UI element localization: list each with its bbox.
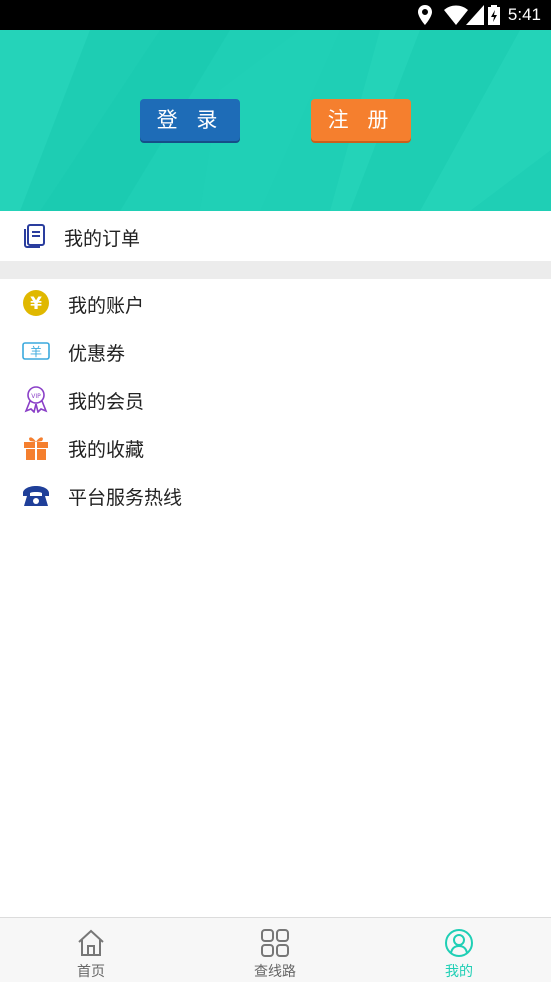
menu-item-label: 平台服务热线 (68, 487, 183, 509)
menu-item-favorites[interactable]: 我的收藏 (0, 423, 551, 471)
user-icon (445, 929, 473, 957)
status-bar: 5:41 (0, 0, 551, 30)
svg-text:¥: ¥ (30, 294, 42, 314)
home-icon (78, 929, 104, 956)
menu-item-label: 我的会员 (68, 391, 145, 413)
menu-item-label: 我的账户 (68, 295, 145, 317)
tab-routes[interactable]: 查线路 (215, 918, 335, 983)
svg-text:羊: 羊 (30, 344, 42, 359)
telephone-icon (22, 481, 50, 509)
document-icon (22, 223, 48, 249)
tab-mine[interactable]: 我的 (399, 918, 519, 983)
menu-item-account[interactable]: ¥ 我的账户 (0, 279, 551, 327)
tab-home[interactable]: 首页 (31, 918, 151, 983)
tab-label: 查线路 (254, 964, 296, 980)
menu-item-membership[interactable]: VIP 我的会员 (0, 375, 551, 423)
header-background (0, 30, 551, 211)
svg-text:VIP: VIP (31, 393, 41, 400)
wifi-icon (444, 5, 468, 29)
menu-item-orders[interactable]: 我的订单 (0, 211, 551, 261)
vip-medal-icon: VIP (22, 385, 50, 414)
status-time: 5:41 (507, 5, 541, 24)
tab-label: 首页 (77, 964, 105, 980)
menu-item-coupons[interactable]: 羊 优惠券 (0, 327, 551, 375)
signal-icon (466, 5, 484, 29)
menu-item-label: 我的订单 (64, 228, 141, 250)
bottom-tab-bar: 首页 查线路 我的 (0, 917, 551, 982)
menu-item-label: 我的收藏 (68, 439, 145, 461)
profile-header: 登 录 注 册 (0, 30, 551, 211)
grid-icon (261, 929, 289, 957)
battery-icon (488, 5, 500, 29)
register-button[interactable]: 注 册 (311, 99, 411, 141)
menu-item-hotline[interactable]: 平台服务热线 (0, 471, 551, 519)
location-icon (418, 5, 432, 29)
gift-icon (22, 433, 50, 461)
section-divider (0, 261, 551, 279)
coupon-icon: 羊 (22, 337, 50, 365)
tab-label: 我的 (445, 964, 473, 980)
yen-coin-icon: ¥ (22, 289, 50, 317)
menu-item-label: 优惠券 (68, 343, 126, 365)
login-button[interactable]: 登 录 (140, 99, 240, 141)
